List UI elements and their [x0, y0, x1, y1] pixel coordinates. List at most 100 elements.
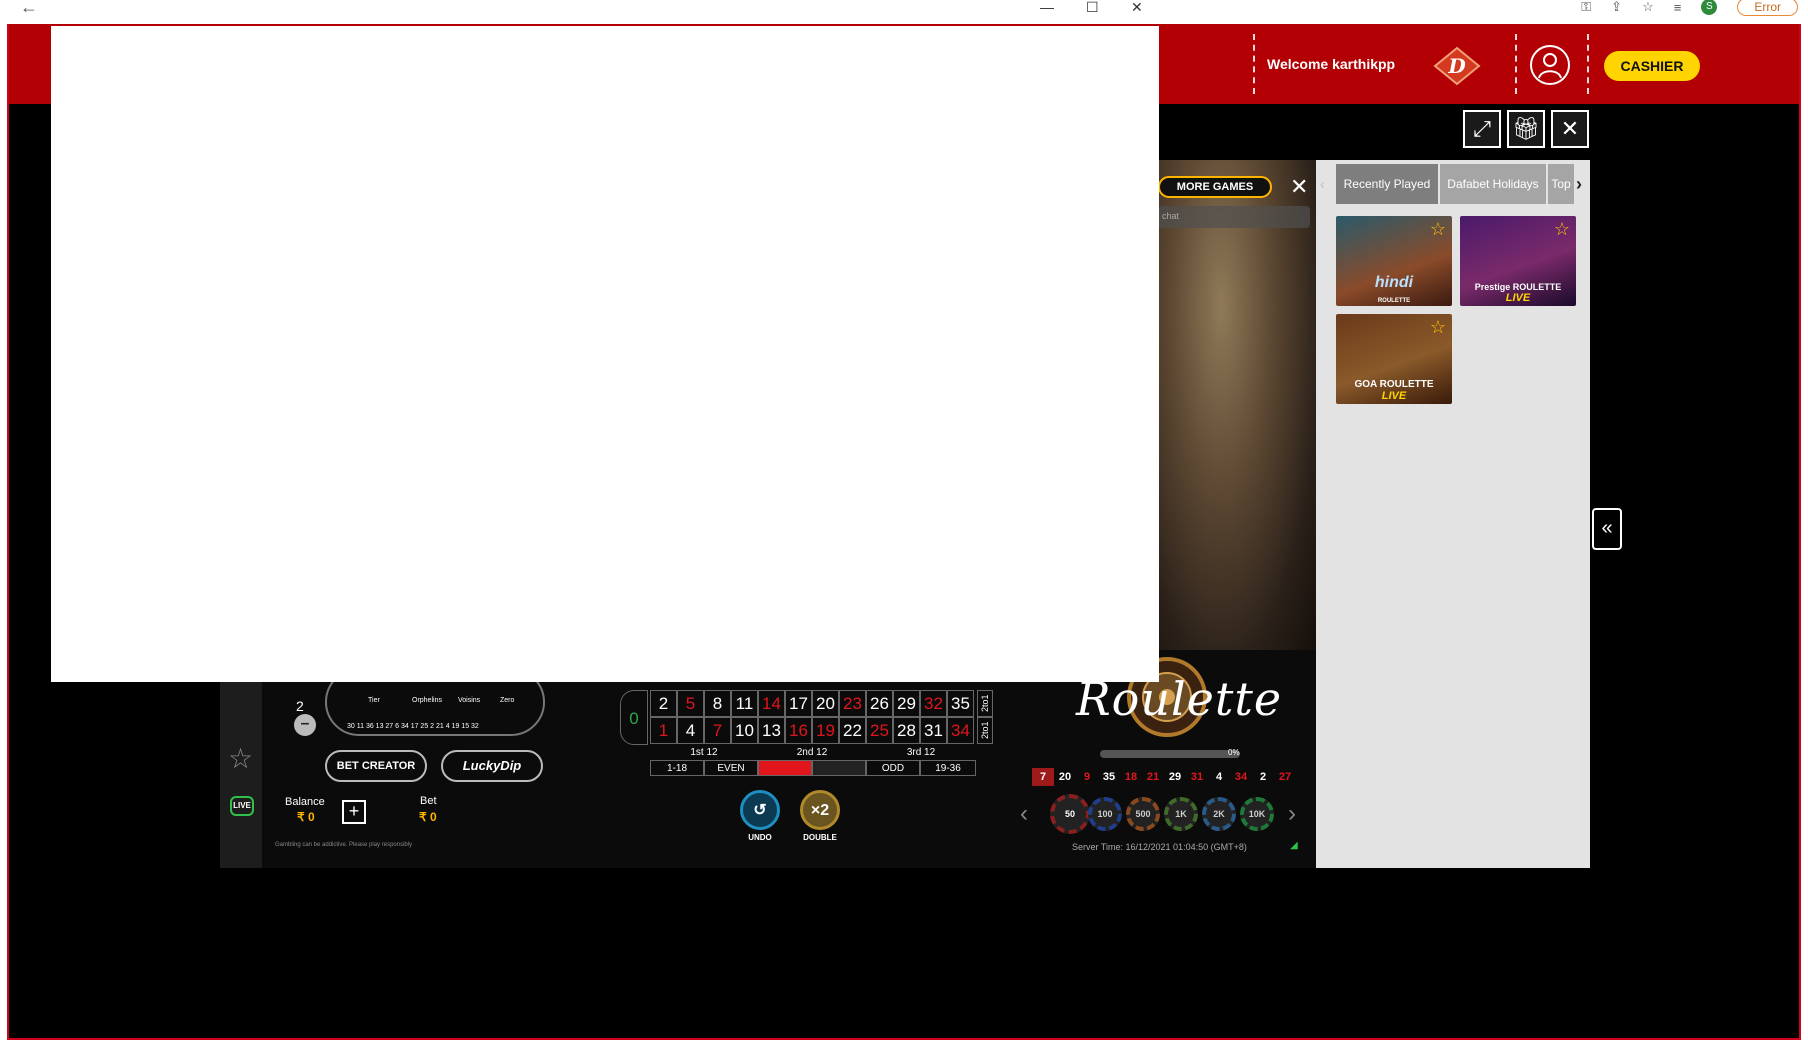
black-bet[interactable] — [812, 760, 866, 776]
number-cell[interactable]: 25 — [866, 717, 893, 744]
number-cell[interactable]: 11 — [731, 690, 758, 717]
zero-cell[interactable]: 0 — [620, 690, 648, 745]
bet-value: ₹ 0 — [419, 810, 437, 824]
racetrack-numbers[interactable]: 30 11 36 13 27 6 34 17 25 2 21 4 19 15 3… — [347, 723, 479, 730]
number-cell[interactable]: 28 — [893, 717, 920, 744]
balance-value: ₹ 0 — [297, 810, 315, 824]
dafabet-logo-icon[interactable]: D — [1433, 46, 1481, 86]
game-thumbnail-hindi-roulette[interactable]: ☆ hindi ROULETTE — [1336, 216, 1452, 306]
odd-bet[interactable]: ODD — [866, 760, 920, 776]
high-bet[interactable]: 19-36 — [920, 760, 976, 776]
bet-creator-button[interactable]: BET CREATOR — [325, 750, 427, 782]
dozen-bet[interactable]: 2nd 12 — [758, 746, 866, 760]
chip-500[interactable]: 500 — [1126, 797, 1160, 831]
favorite-star-icon[interactable]: ☆ — [228, 742, 253, 775]
fullscreen-icon[interactable]: ⤢ — [1463, 110, 1501, 148]
recent-number: 9 — [1083, 771, 1091, 783]
bookmark-star-icon[interactable]: ☆ — [1642, 0, 1654, 15]
undo-icon[interactable]: ↺ — [740, 790, 780, 830]
number-cell[interactable]: 26 — [866, 690, 893, 717]
recent-number: 29 — [1168, 771, 1182, 783]
racetrack-orphelins[interactable]: Orphelins — [412, 697, 442, 704]
blank-popup-window[interactable] — [51, 26, 1159, 682]
dozen-bet[interactable]: 1st 12 — [650, 746, 758, 760]
number-cell[interactable]: 20 — [812, 690, 839, 717]
game-thumbnail-goa-roulette[interactable]: ☆ GOA ROULETTE LIVE — [1336, 314, 1452, 404]
chip-2k[interactable]: 2K — [1202, 797, 1236, 831]
racetrack-tier[interactable]: Tier — [368, 697, 380, 704]
favorite-star-icon[interactable]: ☆ — [1430, 219, 1446, 240]
tab-dafabet-holidays[interactable]: Dafabet Holidays — [1440, 164, 1546, 204]
number-cell[interactable]: 5 — [677, 690, 704, 717]
number-cell[interactable]: 29 — [893, 690, 920, 717]
profile-avatar[interactable]: S — [1701, 0, 1718, 15]
racetrack-voisins[interactable]: Voisins — [458, 697, 480, 704]
tabs-prev-icon[interactable]: ‹ — [1320, 176, 1325, 192]
tab-recently-played[interactable]: Recently Played — [1336, 164, 1438, 204]
gambling-disclaimer: Gambling can be addictive. Please play r… — [275, 842, 413, 848]
share-icon[interactable]: ⇪ — [1611, 0, 1622, 15]
favorite-star-icon[interactable]: ☆ — [1554, 219, 1570, 240]
even-bet[interactable]: EVEN — [704, 760, 758, 776]
user-account-icon[interactable] — [1530, 45, 1570, 85]
minimize-icon[interactable]: — — [1040, 0, 1054, 14]
number-cell[interactable]: 19 — [812, 717, 839, 744]
cashier-button[interactable]: CASHIER — [1604, 51, 1700, 81]
number-cell[interactable]: 14 — [758, 690, 785, 717]
chip-100[interactable]: 100 — [1088, 797, 1122, 831]
server-time: Server Time: 16/12/2021 01:04:50 (GMT+8) — [1072, 842, 1247, 852]
welcome-text: Welcome karthikpp — [1267, 56, 1396, 72]
game-title: hindi — [1374, 274, 1414, 291]
error-button[interactable]: Error — [1737, 0, 1798, 16]
racetrack-zero[interactable]: Zero — [500, 697, 514, 704]
number-cell[interactable]: 31 — [920, 717, 947, 744]
tab-top[interactable]: Top — [1548, 164, 1574, 204]
key-icon[interactable]: ⚿ — [1581, 0, 1591, 15]
maximize-icon[interactable]: ☐ — [1086, 0, 1099, 14]
column-bet[interactable]: 2to1 — [977, 690, 993, 717]
number-cell[interactable]: 4 — [677, 717, 704, 744]
chevron-left-icon[interactable]: ‹ — [1020, 800, 1028, 828]
favorite-star-icon[interactable]: ☆ — [1430, 317, 1446, 338]
number-cell[interactable]: 13 — [758, 717, 785, 744]
close-game-icon[interactable]: ✕ — [1551, 110, 1589, 148]
add-funds-button[interactable]: + — [342, 800, 366, 824]
number-cell[interactable]: 17 — [785, 690, 812, 717]
number-cell[interactable]: 1 — [650, 717, 677, 744]
number-cell[interactable]: 23 — [839, 690, 866, 717]
chip-1k[interactable]: 1K — [1164, 797, 1198, 831]
header-divider — [1587, 34, 1589, 94]
gift-icon[interactable]: 🎁︎ — [1507, 110, 1545, 148]
game-title: Prestige ROULETTE — [1474, 282, 1562, 292]
number-cell[interactable]: 16 — [785, 717, 812, 744]
close-icon[interactable]: ✕ — [1290, 174, 1308, 200]
collapse-panel-icon[interactable]: « — [1592, 508, 1622, 550]
number-cell[interactable]: 10 — [731, 717, 758, 744]
number-cell[interactable]: 7 — [704, 717, 731, 744]
number-cell[interactable]: 34 — [947, 717, 974, 744]
number-cell[interactable]: 8 — [704, 690, 731, 717]
number-cell[interactable]: 35 — [947, 690, 974, 717]
lucky-dip-button[interactable]: LuckyDip — [441, 750, 543, 782]
decrease-neighbors-button[interactable]: – — [294, 714, 316, 736]
dozen-bet[interactable]: 3rd 12 — [866, 746, 976, 760]
close-window-icon[interactable]: ✕ — [1131, 0, 1143, 14]
tabs-next-icon[interactable]: › — [1576, 174, 1582, 195]
game-thumbnail-prestige-roulette[interactable]: ☆ Prestige ROULETTE LIVE — [1460, 216, 1576, 306]
neighbor-count: 2 — [296, 698, 304, 714]
more-games-button[interactable]: MORE GAMES — [1158, 176, 1272, 198]
red-bet[interactable] — [758, 760, 812, 776]
chat-input[interactable]: chat — [1158, 206, 1310, 228]
number-cell[interactable]: 22 — [839, 717, 866, 744]
double-button[interactable]: ×2 — [800, 790, 840, 830]
back-icon[interactable]: ← — [20, 0, 38, 16]
chip-50[interactable]: 50 — [1050, 794, 1090, 834]
chip-10k[interactable]: 10K — [1240, 797, 1274, 831]
column-bet[interactable]: 2to1 — [977, 717, 993, 744]
number-cell[interactable]: 32 — [920, 690, 947, 717]
reading-list-icon[interactable]: ≡ — [1674, 0, 1682, 15]
number-cell[interactable]: 2 — [650, 690, 677, 717]
chevron-right-icon[interactable]: › — [1288, 800, 1296, 828]
progress-bar — [1100, 750, 1240, 758]
low-bet[interactable]: 1-18 — [650, 760, 704, 776]
